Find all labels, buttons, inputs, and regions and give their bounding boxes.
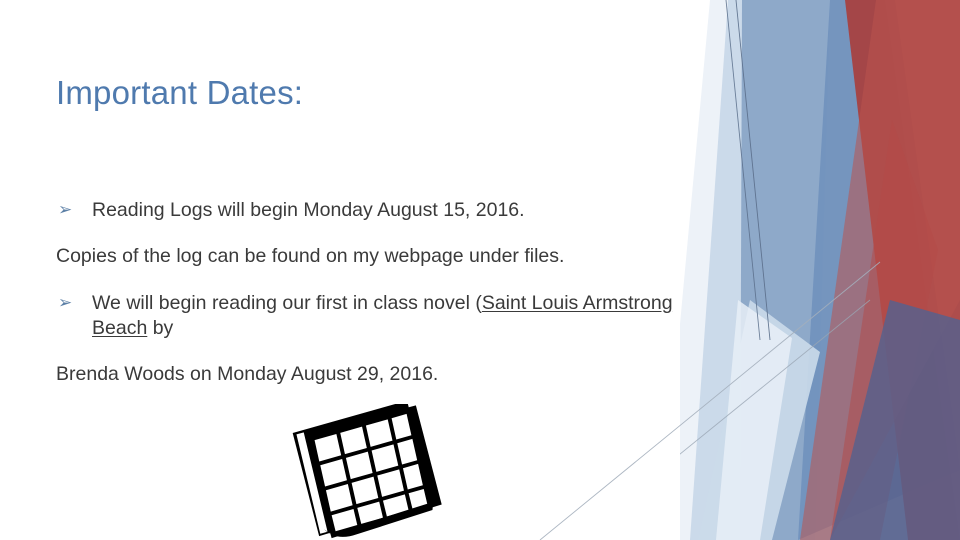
novel-sentence-suffix: by — [147, 317, 174, 340]
shape-pale-sliver — [716, 300, 792, 540]
decorative-polygon-banner — [680, 0, 960, 540]
shape-blue-purple-overlap — [830, 300, 960, 540]
slide-canvas: Important Dates: ➢ Reading Logs will beg… — [0, 0, 960, 540]
hairline-diagonal — [680, 299, 871, 455]
body-paragraph-text: We will begin reading our first in class… — [92, 291, 704, 342]
shape-blue-sliver-lower — [698, 300, 820, 540]
body-paragraph: ➢ Reading Logs will begin Monday August … — [56, 198, 704, 223]
shape-light-blue-band — [690, 0, 830, 540]
calendar-icon — [292, 404, 442, 539]
body-paragraph-text: Brenda Woods on Monday August 29, 2016. — [56, 363, 439, 386]
bullet-arrow-icon: ➢ — [58, 200, 73, 219]
shape-red-soft-overlay — [800, 0, 960, 540]
shape-deep-blue-wedge — [798, 0, 960, 540]
body-paragraph: Copies of the log can be found on my web… — [56, 244, 704, 269]
bullet-arrow-icon: ➢ — [58, 292, 73, 312]
body-paragraph: Brenda Woods on Monday August 29, 2016. — [56, 362, 704, 387]
shape-red-band — [845, 0, 960, 540]
body-paragraph: ➢ We will begin reading our first in cla… — [56, 291, 704, 342]
hairline-vertical — [725, 0, 761, 341]
novel-sentence-prefix: We will begin reading our first in class… — [92, 291, 482, 314]
body-paragraph-text: Copies of the log can be found on my web… — [56, 245, 565, 268]
shape-red-descender — [830, 120, 938, 540]
slide-body: ➢ Reading Logs will begin Monday August … — [56, 198, 704, 388]
body-paragraph-text: Reading Logs will begin Monday August 15… — [92, 199, 525, 221]
hairline-upper-vertical — [735, 0, 771, 341]
shape-mid-blue-band — [740, 0, 960, 540]
slide-title: Important Dates: — [56, 74, 304, 112]
